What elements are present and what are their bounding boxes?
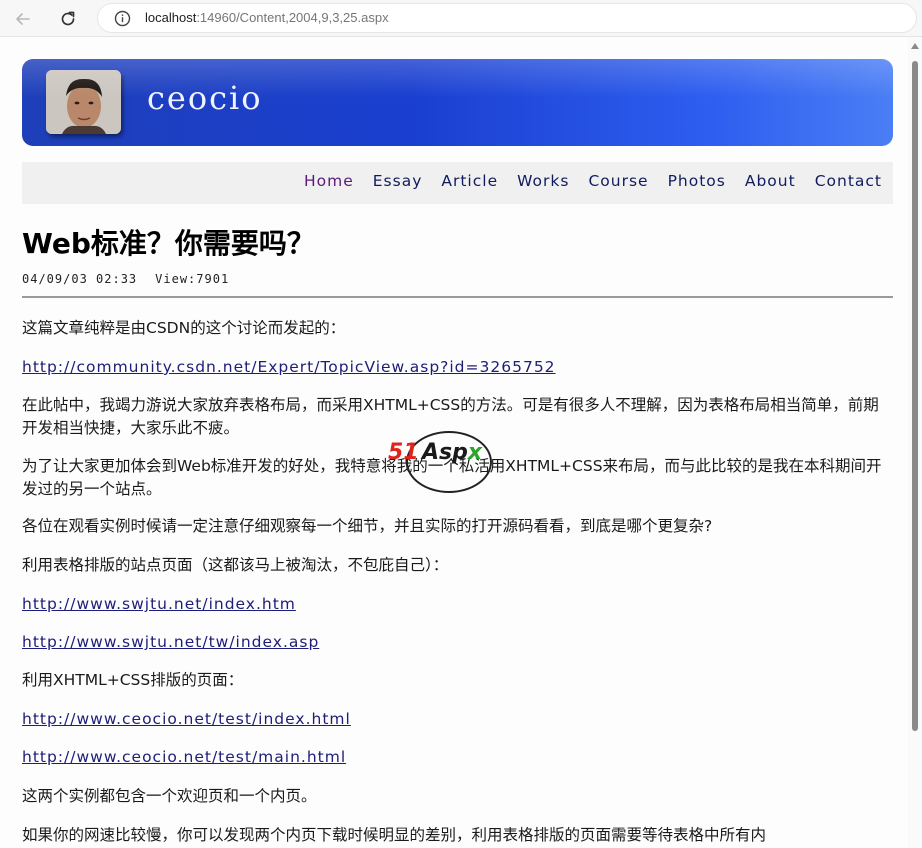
swjtu-index-link[interactable]: http://www.swjtu.net/index.htm	[22, 595, 296, 613]
swjtu-tw-link[interactable]: http://www.swjtu.net/tw/index.asp	[22, 633, 319, 651]
url-host: localhost	[145, 10, 197, 25]
watermark-text-asp: Asp	[422, 440, 468, 465]
main-navigation: Home Essay Article Works Course Photos A…	[22, 162, 893, 204]
arrow-left-icon	[16, 13, 30, 25]
divider	[22, 296, 893, 298]
nav-item-course[interactable]: Course	[588, 172, 648, 190]
csdn-topic-link[interactable]: http://community.csdn.net/Expert/TopicVi…	[22, 358, 556, 376]
link-paragraph: http://www.swjtu.net/tw/index.asp	[22, 631, 894, 654]
article-date: 04/09/03 02:33	[22, 272, 138, 286]
link-paragraph: http://www.ceocio.net/test/main.html	[22, 746, 894, 769]
watermark-text-51: 51	[388, 440, 419, 465]
site-name: ceocio	[147, 79, 263, 117]
site-banner: ceocio	[22, 59, 893, 146]
avatar	[46, 70, 121, 134]
nav-item-home[interactable]: Home	[304, 172, 354, 190]
address-bar[interactable]: localhost:14960/Content,2004,9,3,25.aspx	[97, 3, 917, 33]
scroll-thumb[interactable]	[912, 61, 918, 731]
scroll-up-arrow-icon[interactable]	[911, 43, 919, 49]
page-viewport: ceocio Home Essay Article Works Course P…	[0, 37, 922, 848]
url-path: :14960/Content,2004,9,3,25.aspx	[196, 10, 389, 25]
view-count: View:7901	[155, 272, 230, 286]
portrait-image	[46, 70, 121, 134]
nav-item-article[interactable]: Article	[441, 172, 498, 190]
browser-toolbar: localhost:14960/Content,2004,9,3,25.aspx	[0, 0, 922, 37]
nav-item-essay[interactable]: Essay	[373, 172, 423, 190]
article-title: Web标准？你需要吗？	[22, 227, 315, 260]
article-paragraph: 这篇文章纯粹是由CSDN的这个讨论而发起的：	[22, 319, 346, 337]
article-meta: 04/09/03 02:33 View:7901	[22, 272, 229, 286]
nav-item-contact[interactable]: Contact	[815, 172, 882, 190]
link-paragraph: http://community.csdn.net/Expert/TopicVi…	[22, 356, 894, 379]
info-icon[interactable]	[114, 10, 131, 27]
article-paragraph: 这两个实例都包含一个欢迎页和一个内页。	[22, 787, 317, 805]
link-paragraph: http://www.ceocio.net/test/index.html	[22, 708, 894, 731]
article-paragraph: 各位在观看实例时候请一定注意仔细观察每一个细节，并且实际的打开源码看看，到底是哪…	[22, 517, 713, 535]
nav-list: Home Essay Article Works Course Photos A…	[285, 172, 882, 190]
watermark-text-aspx: Aspx	[422, 440, 482, 465]
vertical-scrollbar[interactable]	[908, 37, 922, 848]
watermark-text-x: x	[467, 440, 483, 465]
article-paragraph: 如果你的网速比较慢，你可以发现两个内页下载时候明显的差别，利用表格排版的页面需要…	[22, 826, 767, 844]
ceocio-main-link[interactable]: http://www.ceocio.net/test/main.html	[22, 748, 346, 766]
nav-item-works[interactable]: Works	[517, 172, 569, 190]
back-button[interactable]	[10, 6, 36, 32]
reload-button[interactable]	[55, 6, 81, 32]
article-paragraph: 利用表格排版的站点页面（这都该马上被淘汰，不包庇自己）：	[22, 556, 449, 574]
nav-item-about[interactable]: About	[745, 172, 796, 190]
article-paragraph: 利用XHTML+CSS排版的页面：	[22, 671, 244, 689]
url-text: localhost:14960/Content,2004,9,3,25.aspx	[145, 10, 389, 25]
link-paragraph: http://www.swjtu.net/index.htm	[22, 593, 894, 616]
reload-icon	[61, 11, 75, 26]
nav-item-photos[interactable]: Photos	[668, 172, 726, 190]
watermark-logo: 51 Aspx	[384, 431, 514, 495]
ceocio-index-link[interactable]: http://www.ceocio.net/test/index.html	[22, 710, 351, 728]
